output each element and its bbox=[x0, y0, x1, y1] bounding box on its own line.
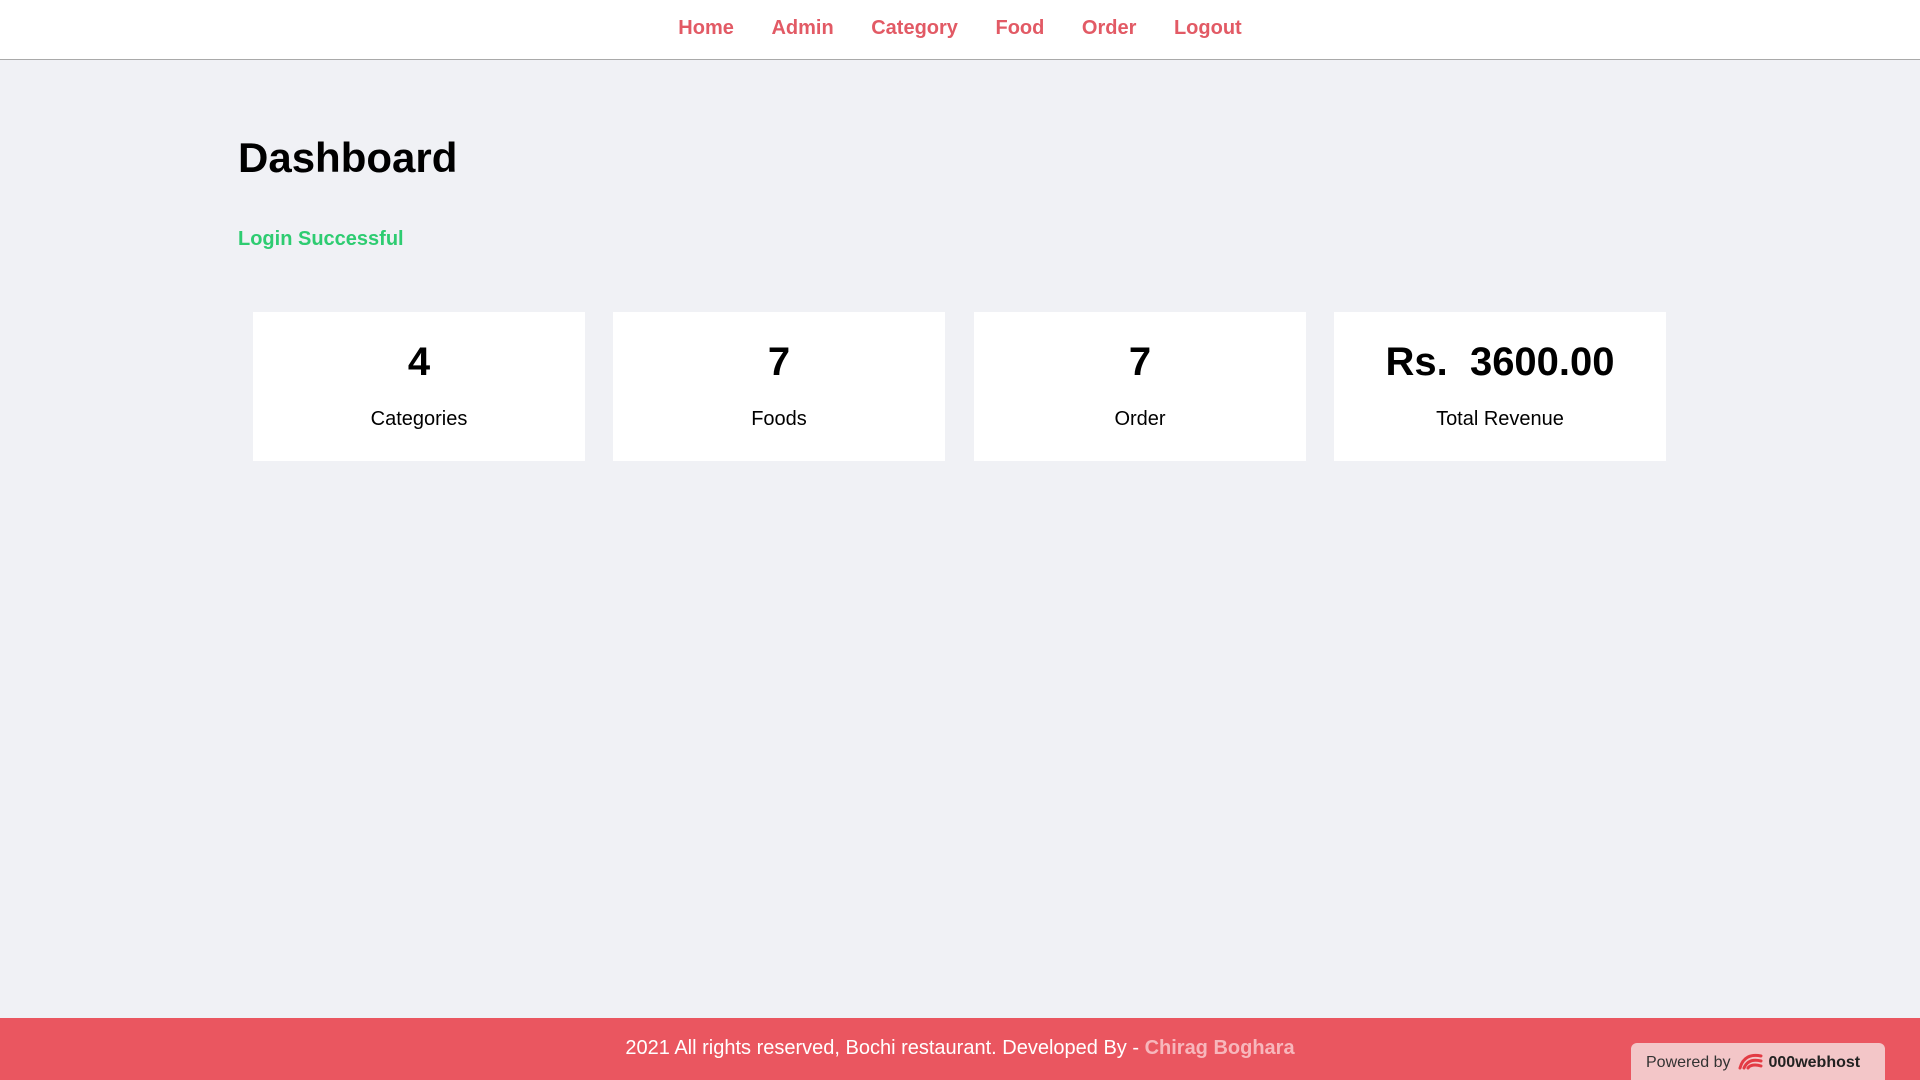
powered-by-label: Powered by bbox=[1646, 1054, 1731, 1071]
nav-home-link[interactable]: Home bbox=[678, 17, 734, 39]
nav-food-link[interactable]: Food bbox=[995, 17, 1044, 39]
stat-value: Rs. 3600.00 bbox=[1385, 340, 1615, 384]
login-success-message: Login Successful bbox=[238, 228, 404, 250]
developer-link[interactable]: Chirag Boghara bbox=[1145, 1037, 1295, 1059]
nav-menu: Home Admin Category Food Order Logout bbox=[0, 17, 1920, 40]
copyright-text: 2021 All rights reserved, Bochi restaura… bbox=[625, 1037, 1145, 1059]
page-title: Dashboard bbox=[238, 134, 458, 181]
000webhost-logo-icon bbox=[1737, 1051, 1765, 1071]
stat-card-order: 7 Order bbox=[974, 312, 1306, 461]
stat-value: 7 bbox=[767, 340, 791, 384]
stat-label: Foods bbox=[751, 408, 807, 430]
stat-card-total-revenue: Rs. 3600.00 Total Revenue bbox=[1334, 312, 1666, 461]
nav-order-link[interactable]: Order bbox=[1082, 17, 1136, 39]
nav-category-link[interactable]: Category bbox=[871, 17, 958, 39]
stat-card-categories: 4 Categories bbox=[253, 312, 585, 461]
top-navbar: Home Admin Category Food Order Logout bbox=[0, 0, 1920, 60]
stat-value: 4 bbox=[407, 340, 431, 384]
badge-brand: 000webhost bbox=[1768, 1054, 1861, 1071]
nav-logout-link[interactable]: Logout bbox=[1174, 17, 1242, 39]
stat-label: Categories bbox=[370, 408, 468, 430]
powered-by-badge[interactable]: Powered by 000webhost bbox=[1631, 1043, 1885, 1080]
stat-label: Order bbox=[1114, 408, 1166, 430]
stat-label: Total Revenue bbox=[1436, 408, 1564, 430]
nav-admin-link[interactable]: Admin bbox=[771, 17, 833, 39]
stat-value: 7 bbox=[1128, 340, 1152, 384]
stat-card-foods: 7 Foods bbox=[613, 312, 945, 461]
